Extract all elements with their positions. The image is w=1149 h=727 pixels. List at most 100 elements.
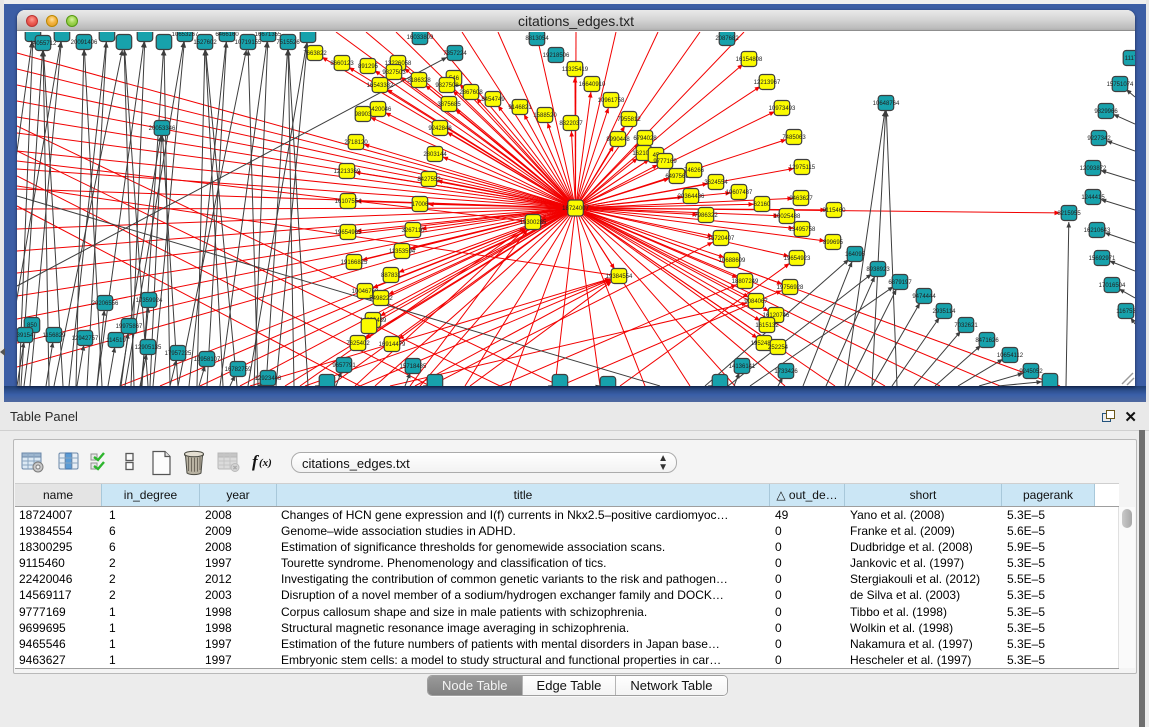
svg-text:14055712: 14055712 (30, 41, 57, 47)
svg-text:1244415: 1244415 (1081, 195, 1105, 201)
svg-text:11325419: 11325419 (562, 67, 589, 73)
svg-text:7357224: 7357224 (443, 51, 467, 57)
svg-text:116753: 116753 (1116, 309, 1135, 315)
svg-text:12213967: 12213967 (754, 80, 781, 86)
svg-text:15692971: 15692971 (1089, 256, 1116, 262)
svg-text:10973493: 10973493 (769, 106, 796, 112)
svg-text:15720407: 15720407 (708, 236, 735, 242)
svg-text:8990448: 8990448 (606, 137, 630, 143)
svg-text:9657791: 9657791 (332, 363, 356, 369)
svg-text:9474444: 9474444 (912, 294, 936, 300)
svg-text:891295: 891295 (358, 64, 379, 70)
svg-text:9329966: 9329966 (1094, 109, 1118, 115)
svg-text:10648764: 10648764 (873, 101, 900, 107)
svg-text:20053346: 20053346 (149, 126, 176, 132)
svg-text:18724007: 18724007 (562, 206, 589, 212)
svg-text:9245052: 9245052 (1019, 369, 1043, 375)
svg-text:9084067: 9084067 (744, 299, 768, 305)
svg-text:2935114: 2935114 (933, 309, 957, 315)
svg-text:9327508: 9327508 (435, 83, 459, 89)
svg-text:16671355: 16671355 (255, 32, 282, 38)
svg-text:114519: 114519 (106, 338, 126, 344)
svg-text:9115460: 9115460 (823, 208, 847, 214)
svg-text:7625402: 7625402 (346, 341, 370, 347)
svg-text:12975115: 12975115 (789, 165, 816, 171)
svg-text:10961758: 10961758 (598, 98, 625, 104)
svg-text:19975867: 19975867 (116, 324, 143, 330)
svg-text:2718120: 2718120 (344, 140, 368, 146)
svg-text:(x): (x) (259, 457, 272, 469)
svg-text:20206556: 20206556 (92, 301, 119, 307)
svg-text:6879197: 6879197 (888, 280, 912, 286)
svg-text:9227342: 9227342 (1087, 136, 1111, 142)
svg-text:19654923: 19654923 (784, 256, 811, 262)
svg-text:19384554: 19384554 (606, 274, 633, 280)
svg-text:1733426: 1733426 (774, 369, 798, 375)
svg-text:1527602: 1527602 (193, 40, 217, 46)
svg-text:5498222: 5498222 (369, 296, 393, 302)
svg-text:16210643: 16210643 (1084, 228, 1111, 234)
svg-text:15751074: 15751074 (1107, 82, 1134, 88)
svg-text:8427552: 8427552 (417, 177, 441, 183)
svg-text:1615132: 1615132 (755, 323, 779, 329)
svg-text:16033809: 16033809 (407, 35, 434, 41)
svg-text:7485063: 7485063 (782, 135, 806, 141)
svg-text:10688609: 10688609 (719, 258, 746, 264)
svg-text:887831: 887831 (381, 273, 402, 279)
svg-text:12213369: 12213369 (334, 169, 361, 175)
svg-text:98903: 98903 (355, 112, 372, 118)
svg-text:8454749: 8454749 (481, 97, 505, 103)
svg-text:9777169: 9777169 (653, 159, 677, 165)
svg-text:19654965: 19654965 (335, 230, 362, 236)
svg-text:16640910: 16640910 (579, 82, 606, 88)
svg-text:7515526: 7515526 (276, 40, 300, 46)
svg-text:9327503: 9327503 (382, 70, 406, 76)
svg-text:62160: 62160 (754, 202, 771, 208)
svg-text:10025488: 10025488 (774, 214, 801, 220)
svg-text:1117: 1117 (1125, 56, 1135, 62)
svg-text:16914479: 16914479 (379, 342, 406, 348)
svg-text:10654112: 10654112 (997, 353, 1024, 359)
svg-text:12093872: 12093872 (1080, 166, 1107, 172)
svg-text:1156829: 1156829 (43, 333, 67, 339)
svg-text:17359924: 17359924 (136, 298, 163, 304)
svg-text:8938923: 8938923 (866, 267, 890, 273)
svg-text:18807249: 18807249 (732, 279, 759, 285)
svg-text:8813054: 8813054 (525, 36, 549, 42)
svg-text:17006: 17006 (412, 202, 429, 208)
svg-text:7032621: 7032621 (954, 323, 978, 329)
svg-text:19756928: 19756928 (777, 285, 804, 291)
svg-text:7955812: 7955812 (617, 117, 641, 123)
svg-text:3875685: 3875685 (437, 102, 461, 108)
svg-text:8660123: 8660123 (330, 61, 354, 67)
svg-text:10719155: 10719155 (235, 40, 262, 46)
svg-text:3624554: 3624554 (704, 180, 728, 186)
svg-text:9242848: 9242848 (428, 126, 452, 132)
svg-text:16154808: 16154808 (736, 57, 763, 63)
svg-text:20364436: 20364436 (678, 194, 705, 200)
svg-text:13495758: 13495758 (789, 227, 816, 233)
svg-text:16107554: 16107554 (335, 199, 362, 205)
svg-text:3267110: 3267110 (402, 228, 426, 234)
svg-text:746266: 746266 (684, 168, 705, 174)
svg-text:12905135: 12905135 (135, 345, 162, 351)
svg-text:39154: 39154 (17, 333, 34, 339)
svg-text:6466160: 6466160 (215, 32, 239, 38)
svg-text:9146821: 9146821 (508, 105, 532, 111)
svg-text:899695: 899695 (823, 240, 844, 246)
svg-text:10653267: 10653267 (172, 32, 199, 38)
svg-text:19218506: 19218506 (543, 53, 570, 59)
svg-text:19166825: 19166825 (341, 260, 368, 266)
svg-text:12923448: 12923448 (255, 376, 282, 382)
svg-text:17957225: 17957225 (165, 351, 192, 357)
svg-text:8322037: 8322037 (559, 121, 583, 127)
svg-text:16543382: 16543382 (367, 83, 394, 89)
svg-text:15300285: 15300285 (520, 220, 547, 226)
svg-text:8186328: 8186328 (407, 78, 431, 84)
svg-text:1588520: 1588520 (533, 113, 557, 119)
svg-text:8215955: 8215955 (1057, 211, 1081, 217)
svg-text:11353594: 11353594 (389, 249, 416, 255)
svg-text:9463627: 9463627 (789, 196, 813, 202)
svg-text:2867608: 2867608 (459, 90, 483, 96)
svg-text:14136141: 14136141 (729, 364, 756, 370)
